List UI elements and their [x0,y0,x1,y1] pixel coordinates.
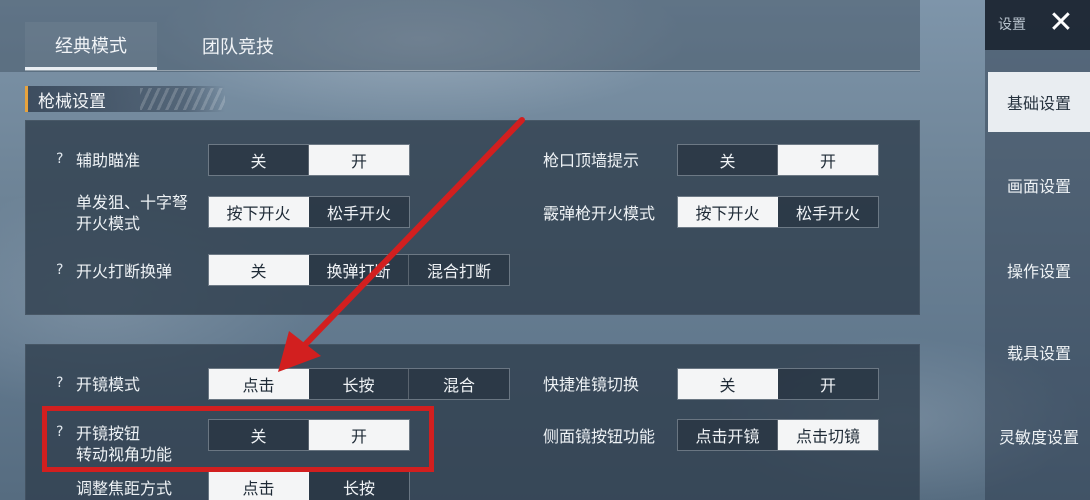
annotation-arrow [278,117,525,372]
